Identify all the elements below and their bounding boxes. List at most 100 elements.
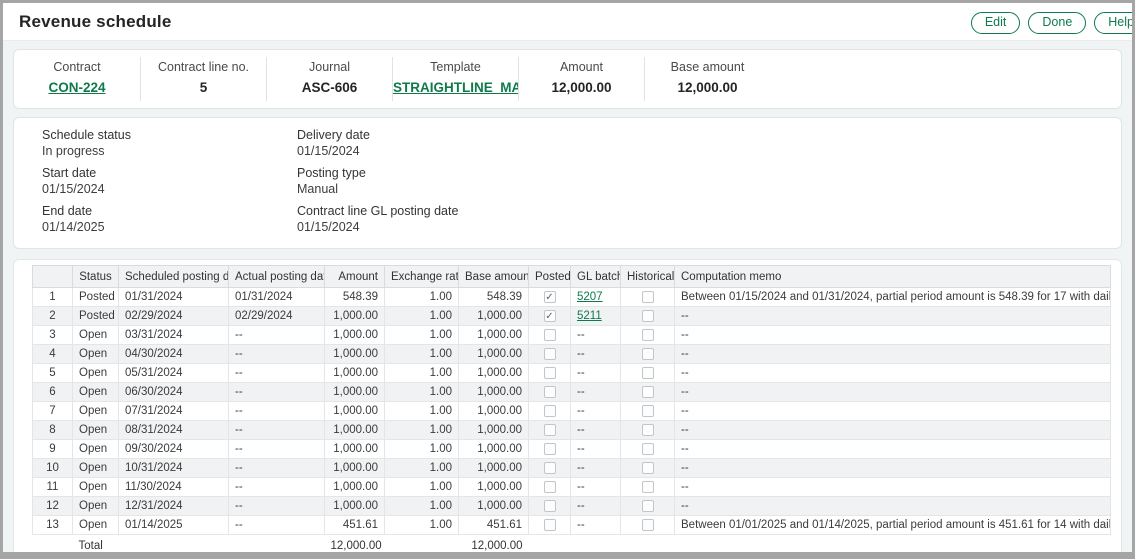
summary-link-template[interactable]: STRAIGHTLINE_MANUA: [393, 80, 518, 95]
cell-actual-posting-date: --: [229, 383, 325, 402]
cell-posted: [529, 402, 571, 421]
cell-gl-batch: --: [571, 440, 621, 459]
column-header-base-amount: Base amount: [459, 266, 529, 288]
detail-posting-type: Posting typeManual: [297, 166, 458, 197]
cell-posted: [529, 516, 571, 535]
cell-gl-batch: --: [571, 383, 621, 402]
checkbox-unchecked: [544, 519, 556, 531]
summary-field-value: STRAIGHTLINE_MANUA: [393, 80, 518, 95]
checkbox-unchecked: [544, 386, 556, 398]
total-base-amount: 12,000.00: [459, 535, 529, 558]
cell-gl-batch: --: [571, 345, 621, 364]
column-header-gl-batch: GL batch: [571, 266, 621, 288]
summary-card: ContractCON-224Contract line no.5Journal…: [13, 49, 1122, 109]
cell-amount: 451.61: [325, 516, 385, 535]
cell-amount: 1,000.00: [325, 345, 385, 364]
cell-row-number: 8: [33, 421, 73, 440]
checkbox-unchecked: [642, 329, 654, 341]
cell-row-number: 4: [33, 345, 73, 364]
cell-status: Open: [73, 478, 119, 497]
cell-base-amount: 1,000.00: [459, 478, 529, 497]
table-body: 1Posted01/31/202401/31/2024548.391.00548…: [33, 288, 1111, 558]
summary-field-value: 12,000.00: [645, 80, 770, 95]
cell-posted: [529, 383, 571, 402]
detail-value: 01/14/2025: [42, 220, 297, 235]
checkbox-unchecked: [642, 291, 654, 303]
schedule-table-card: StatusScheduled posting dateActual posti…: [13, 259, 1122, 559]
cell-exchange-rate: 1.00: [385, 345, 459, 364]
summary-field-journal: JournalASC-606: [266, 57, 392, 101]
cell-row-number: 7: [33, 402, 73, 421]
cell-gl-batch: --: [571, 497, 621, 516]
cell-computation-memo: --: [675, 440, 1111, 459]
cell-historical: [621, 516, 675, 535]
gl-batch-link[interactable]: 5211: [577, 310, 602, 322]
cell-status: Open: [73, 440, 119, 459]
cell-historical: [621, 497, 675, 516]
checkbox-unchecked: [642, 348, 654, 360]
cell-scheduled-posting-date: 01/31/2024: [119, 288, 229, 307]
summary-field-value: 12,000.00: [519, 80, 644, 95]
cell-historical: [621, 459, 675, 478]
detail-value: 01/15/2024: [42, 182, 297, 197]
cell-actual-posting-date: --: [229, 345, 325, 364]
checkbox-unchecked: [642, 405, 654, 417]
cell-actual-posting-date: --: [229, 364, 325, 383]
detail-contract-line-gl-posting-date: Contract line GL posting date01/15/2024: [297, 204, 458, 235]
cell-row-number: 6: [33, 383, 73, 402]
cell-status: Open: [73, 459, 119, 478]
cell-computation-memo: --: [675, 459, 1111, 478]
checkbox-unchecked: [544, 348, 556, 360]
cell-status: Open: [73, 402, 119, 421]
cell-actual-posting-date: --: [229, 497, 325, 516]
cell-computation-memo: --: [675, 421, 1111, 440]
checkbox-unchecked: [642, 367, 654, 379]
column-header-amount: Amount: [325, 266, 385, 288]
table-row: 3Open03/31/2024--1,000.001.001,000.00---…: [33, 326, 1111, 345]
detail-label: Delivery date: [297, 128, 458, 143]
checkbox-unchecked: [544, 367, 556, 379]
detail-schedule-status: Schedule statusIn progress: [42, 128, 297, 159]
cell-base-amount: 1,000.00: [459, 326, 529, 345]
column-header-historical: Historical: [621, 266, 675, 288]
detail-value: In progress: [42, 144, 297, 159]
cell-historical: [621, 364, 675, 383]
summary-field-template: TemplateSTRAIGHTLINE_MANUA: [392, 57, 518, 101]
help-button[interactable]: Help: [1094, 12, 1135, 34]
cell-actual-posting-date: --: [229, 326, 325, 345]
table-row: 12Open12/31/2024--1,000.001.001,000.00--…: [33, 497, 1111, 516]
summary-field-label: Contract line no.: [141, 60, 266, 74]
checkbox-unchecked: [544, 500, 556, 512]
gl-batch-link[interactable]: 5207: [577, 291, 603, 303]
cell-actual-posting-date: 01/31/2024: [229, 288, 325, 307]
cell-row-number: 12: [33, 497, 73, 516]
toolbar: Edit Done Help: [971, 12, 1135, 34]
cell-row-number: 5: [33, 364, 73, 383]
cell-posted: [529, 421, 571, 440]
detail-end-date: End date01/14/2025: [42, 204, 297, 235]
cell-gl-batch: 5207: [571, 288, 621, 307]
total-label: Total: [73, 535, 119, 558]
cell-scheduled-posting-date: 06/30/2024: [119, 383, 229, 402]
edit-button[interactable]: Edit: [971, 12, 1021, 34]
checkbox-unchecked: [544, 424, 556, 436]
cell-base-amount: 1,000.00: [459, 440, 529, 459]
cell-posted: [529, 497, 571, 516]
cell-posted: [529, 345, 571, 364]
cell-row-number: 13: [33, 516, 73, 535]
done-button[interactable]: Done: [1028, 12, 1086, 34]
cell-base-amount: 548.39: [459, 288, 529, 307]
cell-status: Open: [73, 345, 119, 364]
details-column-1: Schedule statusIn progressStart date01/1…: [42, 128, 297, 242]
detail-label: Schedule status: [42, 128, 297, 143]
cell-amount: 1,000.00: [325, 383, 385, 402]
summary-link-contract[interactable]: CON-224: [48, 80, 105, 95]
cell-base-amount: 1,000.00: [459, 383, 529, 402]
cell-status: Posted: [73, 288, 119, 307]
cell-computation-memo: --: [675, 326, 1111, 345]
cell-base-amount: 1,000.00: [459, 497, 529, 516]
page-title: Revenue schedule: [19, 12, 171, 32]
table-row: 7Open07/31/2024--1,000.001.001,000.00---…: [33, 402, 1111, 421]
cell-computation-memo: --: [675, 497, 1111, 516]
cell-gl-batch: --: [571, 459, 621, 478]
